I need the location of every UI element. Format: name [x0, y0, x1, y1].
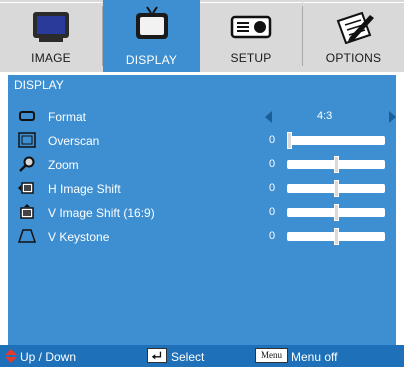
section-header: DISPLAY: [8, 75, 396, 95]
tab-label: SETUP: [230, 51, 272, 65]
menu-row-format[interactable]: Format 4:3: [8, 105, 396, 129]
magnifier-icon: [19, 156, 35, 172]
menu-row-h-image-shift[interactable]: H Image Shift 0: [8, 177, 396, 201]
keystone-icon: [18, 229, 36, 243]
tv-icon: [135, 6, 168, 39]
row-value: 0: [269, 206, 276, 218]
row-value: 0: [269, 134, 276, 146]
menu-row-v-image-shift[interactable]: V Image Shift (16:9) 0: [8, 201, 396, 225]
up-down-arrow-icon: [5, 349, 17, 363]
menu-row-v-keystone[interactable]: V Keystone 0: [8, 225, 396, 249]
slider-thumb[interactable]: [333, 156, 339, 173]
row-label: V Image Shift (16:9): [48, 206, 155, 220]
menu-row-zoom[interactable]: Zoom 0: [8, 153, 396, 177]
slider-track[interactable]: [287, 204, 385, 221]
slider-thumb[interactable]: [333, 228, 339, 245]
slider-thumb[interactable]: [333, 180, 339, 197]
tab-display[interactable]: DISPLAY: [103, 0, 200, 72]
footer-hint-bar: Up / Down Select Menu Menu off: [0, 345, 404, 367]
tab-label: IMAGE: [31, 51, 71, 65]
slider-thumb[interactable]: [287, 132, 292, 149]
tab-image[interactable]: IMAGE: [0, 2, 102, 70]
menu-tab-bar: IMAGE DISPLAY SETUP OPTIONS: [0, 0, 404, 72]
menu-row-overscan[interactable]: Overscan 0: [8, 129, 396, 153]
tab-options[interactable]: OPTIONS: [303, 2, 404, 70]
slider-track[interactable]: [287, 132, 385, 149]
arrow-left-icon[interactable]: [265, 111, 272, 123]
format-icon: [19, 111, 35, 121]
notepad-pencil-icon: [336, 11, 374, 45]
hint-menu-off: Menu off: [291, 350, 338, 364]
slider-track[interactable]: [287, 228, 385, 245]
projector-icon: [230, 15, 272, 39]
settings-panel: Format 4:3 Overscan 0 Zoom 0 H Image Shi…: [8, 95, 396, 345]
arrow-right-icon[interactable]: [389, 111, 396, 123]
row-label: V Keystone: [48, 230, 110, 244]
row-label: Overscan: [48, 134, 100, 148]
tab-label: DISPLAY: [125, 53, 178, 67]
row-label: Zoom: [48, 158, 79, 172]
overscan-icon: [18, 132, 36, 148]
h-image-shift-icon: [18, 182, 34, 194]
monitor-icon: [33, 12, 69, 42]
hint-select: Select: [171, 350, 205, 364]
row-value: 0: [269, 158, 276, 170]
section-title: DISPLAY: [14, 78, 64, 92]
row-label: Format: [48, 110, 87, 124]
tab-label: OPTIONS: [325, 51, 382, 65]
slider-track[interactable]: [287, 180, 385, 197]
row-value: 0: [269, 182, 276, 194]
enter-key-icon: [147, 348, 167, 363]
slider-thumb[interactable]: [333, 204, 339, 221]
hint-up-down: Up / Down: [20, 350, 77, 364]
row-value: 4:3: [317, 110, 333, 122]
menu-key-icon: Menu: [255, 348, 288, 363]
slider-track[interactable]: [287, 156, 385, 173]
row-label: H Image Shift: [48, 182, 121, 196]
v-image-shift-icon: [20, 204, 34, 219]
row-value: 0: [269, 230, 276, 242]
tab-setup[interactable]: SETUP: [200, 2, 302, 70]
